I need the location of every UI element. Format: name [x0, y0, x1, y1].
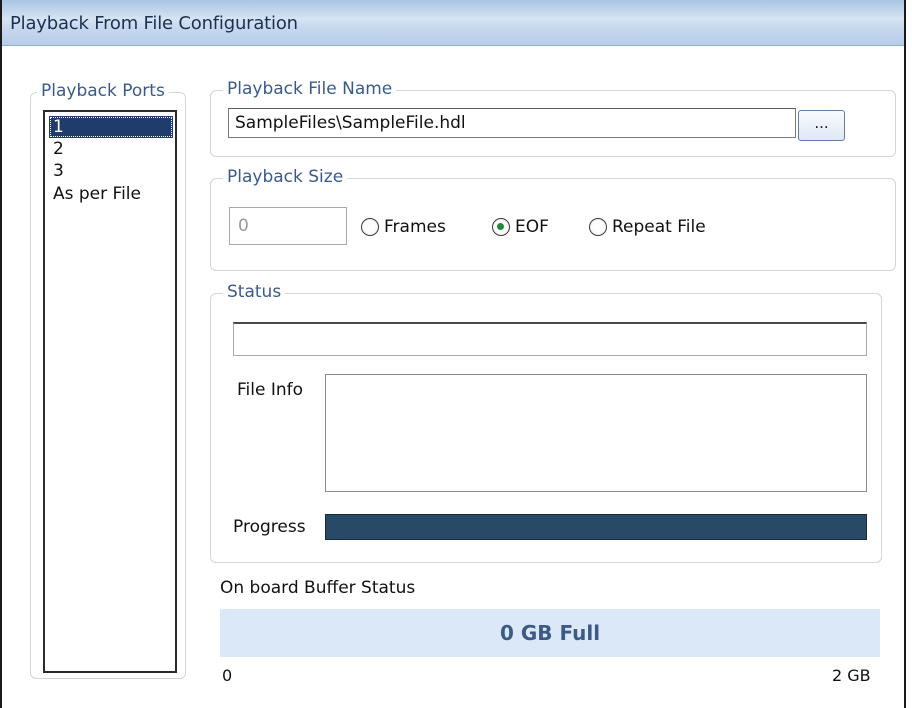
frames-radio[interactable]: Frames [361, 216, 465, 238]
port-item-3[interactable]: 3 [49, 160, 173, 182]
playback-file-name-group: Playback File Name ... [210, 79, 896, 157]
repeat-file-radio[interactable]: Repeat File [589, 216, 729, 238]
playback-size-group: Playback Size 0 Frames EOF Repeat File [210, 167, 896, 271]
playback-ports-list[interactable]: 1 2 3 As per File [43, 110, 177, 673]
progress-label: Progress [233, 517, 306, 537]
config-window: Playback From File Configuration Playbac… [0, 0, 906, 708]
progress-bar-fill [326, 515, 866, 539]
repeat-file-radio-label: Repeat File [612, 217, 706, 237]
file-info-label: File Info [237, 380, 304, 400]
port-item-as-per-file[interactable]: As per File [49, 183, 173, 205]
buffer-status-label: On board Buffer Status [220, 578, 416, 598]
status-field [233, 322, 867, 356]
file-info-box[interactable] [325, 374, 867, 492]
file-name-input[interactable] [228, 108, 796, 138]
progress-bar [325, 514, 867, 540]
browse-button[interactable]: ... [798, 110, 845, 141]
frames-radio-label: Frames [384, 217, 446, 237]
playback-file-name-legend: Playback File Name [223, 79, 397, 99]
frames-count-input[interactable]: 0 [229, 207, 347, 245]
status-legend: Status [223, 282, 286, 302]
port-item-2[interactable]: 2 [49, 138, 173, 160]
window-title: Playback From File Configuration [10, 13, 298, 34]
eof-radio[interactable]: EOF [492, 216, 566, 238]
playback-ports-group: Playback Ports 1 2 3 As per File [30, 81, 186, 679]
playback-ports-legend: Playback Ports [37, 81, 169, 101]
eof-radio-label: EOF [515, 217, 549, 237]
title-bar: Playback From File Configuration [2, 0, 904, 46]
repeat-file-radio-circle[interactable] [589, 218, 607, 236]
status-group: Status File Info Progress [210, 282, 882, 563]
buffer-scale-max: 2 GB [832, 666, 871, 685]
buffer-scale-min: 0 [222, 666, 233, 685]
port-item-1[interactable]: 1 [49, 116, 173, 138]
buffer-status-value: 0 GB Full [499, 621, 601, 645]
buffer-status-bar: 0 GB Full [220, 609, 880, 657]
playback-size-legend: Playback Size [223, 167, 348, 187]
frames-radio-circle[interactable] [361, 218, 379, 236]
eof-radio-circle[interactable] [492, 218, 510, 236]
